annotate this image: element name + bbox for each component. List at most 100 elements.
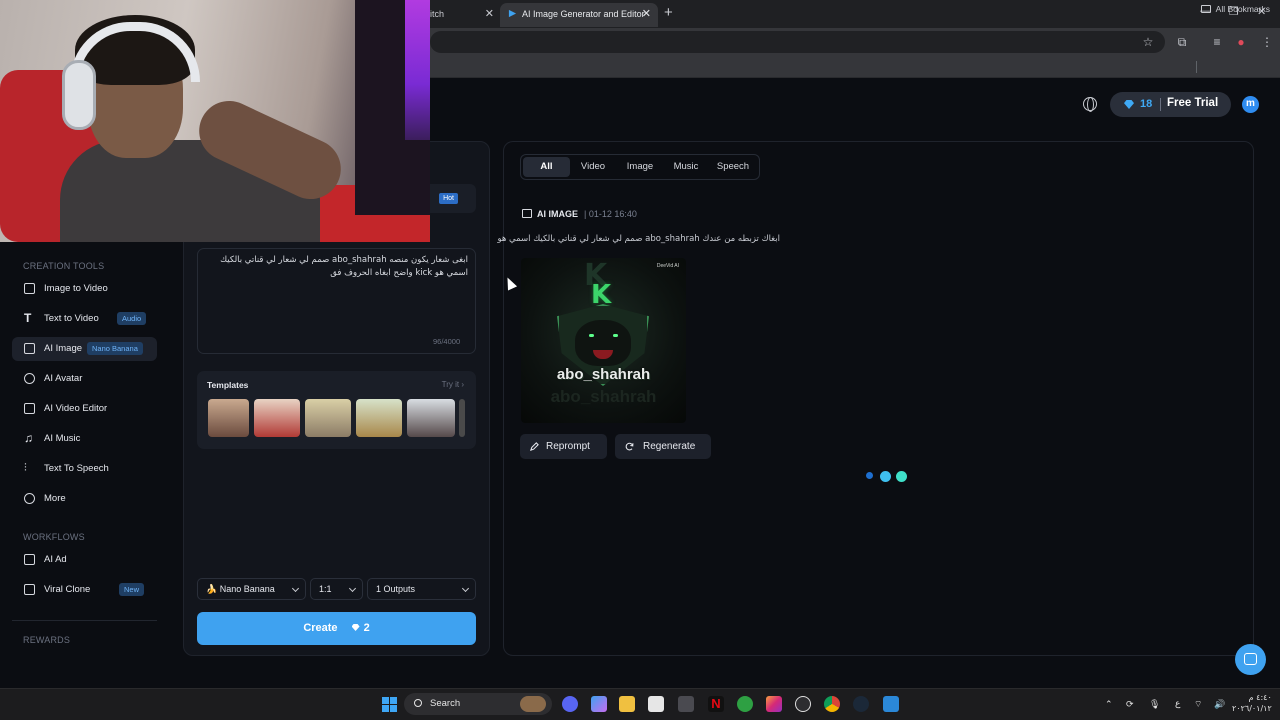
chevron-down-icon — [348, 584, 357, 593]
tab-music[interactable]: Music — [667, 157, 705, 177]
menu-icon[interactable]: ⋮ — [1261, 36, 1273, 48]
aspect-ratio-select[interactable]: 1:1 — [310, 578, 363, 600]
copilot-icon[interactable] — [591, 696, 607, 712]
template-thumbnail[interactable] — [459, 399, 465, 437]
nano-banana-badge: Nano Banana — [87, 342, 143, 355]
tab-all[interactable]: All — [523, 157, 570, 177]
sidebar-item-label: AI Music — [44, 433, 81, 444]
rewards-heading: REWARDS — [23, 635, 71, 645]
hot-badge: Hot — [439, 193, 458, 204]
extensions-icon[interactable]: ⧉ — [1176, 36, 1188, 48]
chat-support-button[interactable] — [1235, 644, 1266, 675]
browser-tab-active[interactable]: AI Image Generator and Editor ✕ — [500, 3, 658, 27]
reprompt-label: Reprompt — [546, 441, 590, 452]
create-button[interactable]: Create 2 — [197, 612, 476, 645]
sidebar-item-text-to-video[interactable]: T Text to Video Audio — [12, 307, 157, 331]
workflows-heading: WORKFLOWS — [23, 532, 85, 542]
music-icon: ♫ — [24, 431, 33, 445]
text-icon: T — [24, 311, 32, 325]
tab-image[interactable]: Image — [619, 157, 661, 177]
search-highlight-icon — [520, 696, 546, 712]
close-icon[interactable]: ✕ — [642, 3, 651, 25]
sync-icon[interactable]: ⟳ — [1126, 699, 1134, 710]
taskbar-search[interactable]: Search — [404, 693, 552, 715]
sidebar-item-ai-music[interactable]: ♫ AI Music — [12, 427, 157, 451]
sidebar-divider — [12, 620, 157, 621]
sidebar-item-more[interactable]: More — [12, 487, 157, 511]
steam-icon[interactable] — [853, 696, 869, 712]
volume-icon[interactable]: 🔊 — [1214, 699, 1225, 710]
github-icon[interactable] — [795, 696, 811, 712]
all-bookmarks-label: All Bookmarks — [1215, 4, 1270, 14]
instagram-icon[interactable] — [766, 696, 782, 712]
folder-icon — [1200, 5, 1211, 13]
bookmark-star-icon[interactable]: ☆ — [1142, 36, 1154, 48]
chevron-down-icon — [291, 584, 300, 593]
sidebar-item-ai-image[interactable]: AI Image Nano Banana — [12, 337, 157, 361]
loading-dot — [866, 472, 873, 479]
loading-dot — [880, 471, 891, 482]
template-thumbnail[interactable] — [407, 399, 455, 437]
clone-icon — [24, 584, 35, 595]
address-input[interactable] — [430, 31, 1165, 53]
creation-tools-heading: CREATION TOOLS — [23, 261, 105, 271]
deevid-favicon-icon — [508, 9, 517, 18]
start-windows-icon[interactable] — [382, 697, 397, 712]
chrome-icon[interactable] — [824, 696, 840, 712]
generated-image[interactable]: K DeeVid AI K abo_shahrah abo_shahrah — [521, 258, 686, 423]
all-bookmarks-button[interactable]: All Bookmarks — [1200, 4, 1270, 14]
input-language[interactable]: ع — [1175, 699, 1180, 709]
sidebar-item-label: AI Ad — [44, 554, 67, 565]
tray-chevron-icon[interactable]: ⌃ — [1105, 699, 1113, 710]
taskbar-clock[interactable]: ٤:٤٠ م ٢٠٢٦/٠١/١٢ — [1232, 692, 1272, 714]
template-thumbnail[interactable] — [356, 399, 402, 437]
store-icon[interactable] — [648, 696, 664, 712]
media-controls-icon[interactable]: ≡ — [1211, 36, 1223, 48]
netflix-icon[interactable]: N — [708, 696, 724, 712]
create-label: Create — [303, 622, 338, 634]
credits-free-trial-button[interactable]: 18 Free Trial — [1110, 92, 1231, 117]
sidebar-item-ai-avatar[interactable]: AI Avatar — [12, 367, 157, 391]
app-icon[interactable] — [678, 696, 694, 712]
sidebar-item-ai-video-editor[interactable]: AI Video Editor — [12, 397, 157, 421]
new-badge: New — [119, 583, 145, 596]
regenerate-button[interactable]: Regenerate — [615, 434, 711, 459]
banana-icon: 🍌 — [206, 584, 218, 594]
model-select[interactable]: 🍌 Nano Banana — [197, 578, 306, 600]
template-thumbnail[interactable] — [305, 399, 351, 437]
outputs-value: 1 Outputs — [376, 584, 416, 594]
template-thumbnail[interactable] — [208, 399, 249, 437]
sidebar-item-label: AI Video Editor — [44, 403, 108, 414]
panther-graphic — [575, 320, 631, 366]
discord-icon[interactable] — [562, 696, 578, 712]
result-type-label: AI IMAGE — [537, 209, 579, 219]
chat-icon — [1244, 653, 1257, 665]
language-globe-icon[interactable] — [1083, 97, 1097, 112]
outputs-select[interactable]: 1 Outputs — [367, 578, 476, 600]
user-avatar[interactable]: m — [1242, 96, 1259, 113]
file-explorer-icon[interactable] — [619, 696, 635, 712]
sidebar-item-image-to-video[interactable]: Image to Video — [12, 277, 157, 301]
chevron-down-icon — [461, 584, 470, 593]
reprompt-button[interactable]: Reprompt — [520, 434, 607, 459]
result-prompt: ابغاك تزبطه من عندك abo_shahrah صمم لي ش… — [497, 234, 780, 244]
try-it-link[interactable]: Try it › — [442, 380, 464, 389]
ratio-value: 1:1 — [319, 584, 332, 594]
prompt-text[interactable]: ابغى شعار يكون منصه abo_shahrah صمم لي ش… — [205, 254, 468, 280]
tab-video[interactable]: Video — [573, 157, 613, 177]
logo-name: abo_shahrah — [556, 366, 651, 383]
tab-speech[interactable]: Speech — [711, 157, 755, 177]
profile-icon[interactable]: ● — [1235, 36, 1247, 48]
sidebar-item-viral-clone[interactable]: Viral Clone New — [12, 578, 157, 602]
template-thumbnail[interactable] — [254, 399, 300, 437]
close-icon[interactable]: ✕ — [485, 3, 494, 25]
xbox-icon[interactable] — [737, 696, 753, 712]
webcam-rgb-light — [405, 0, 430, 140]
microphone-icon[interactable]: 🎙 — [1149, 699, 1160, 710]
ad-icon — [24, 554, 35, 565]
app-icon[interactable] — [883, 696, 899, 712]
sidebar-item-text-to-speech[interactable]: ⫶ Text To Speech — [12, 457, 157, 481]
new-tab-icon[interactable]: + — [664, 4, 673, 21]
sidebar-item-ai-ad[interactable]: AI Ad — [12, 548, 157, 572]
wifi-icon[interactable]: ⌔ — [1194, 699, 1202, 710]
